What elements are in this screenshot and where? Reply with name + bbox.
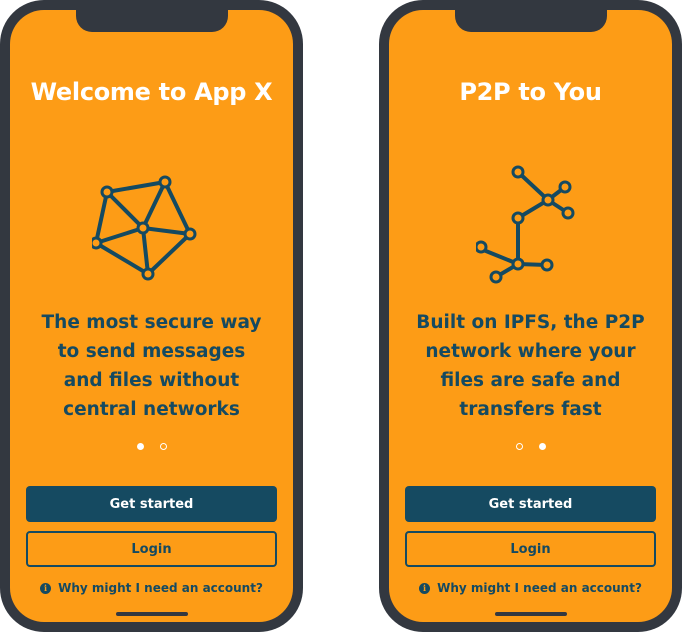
onboarding-screen-welcome: Welcome to App X The most secure way to … <box>10 10 293 622</box>
info-icon: i <box>40 582 52 594</box>
phone-frame: Welcome to App X The most secure way to … <box>0 0 303 632</box>
notch <box>75 10 228 32</box>
page-dot-2[interactable] <box>538 443 546 450</box>
login-button[interactable]: Login <box>405 531 656 567</box>
page-indicator <box>10 443 293 450</box>
phone-frame: P2P to You Built on IPFS, the P2P networ… <box>379 0 682 632</box>
mesh-network-icon <box>91 175 196 281</box>
home-indicator <box>115 612 188 616</box>
notch <box>454 10 607 32</box>
page-dot-2[interactable] <box>159 443 167 450</box>
get-started-button[interactable]: Get started <box>26 486 277 522</box>
account-help-text: Why might I need an account? <box>58 581 263 595</box>
account-help-text: Why might I need an account? <box>437 581 642 595</box>
peer-tree-icon <box>475 165 574 284</box>
home-indicator <box>494 612 567 616</box>
account-help-link[interactable]: i Why might I need an account? <box>10 581 293 595</box>
account-help-link[interactable]: i Why might I need an account? <box>389 581 672 595</box>
page-dot-1[interactable] <box>136 443 144 450</box>
tagline: Built on IPFS, the P2P network where you… <box>416 312 645 420</box>
screen-title: Welcome to App X <box>30 78 273 106</box>
tagline: The most secure way to send messages and… <box>41 312 262 420</box>
onboarding-screen-p2p: P2P to You Built on IPFS, the P2P networ… <box>389 10 672 622</box>
info-icon: i <box>419 582 431 594</box>
page-indicator <box>389 443 672 450</box>
illustration <box>389 158 672 288</box>
screen-title: P2P to You <box>459 78 602 106</box>
get-started-button[interactable]: Get started <box>405 486 656 522</box>
login-button[interactable]: Login <box>26 531 277 567</box>
illustration <box>10 158 293 288</box>
page-dot-1[interactable] <box>515 443 523 450</box>
